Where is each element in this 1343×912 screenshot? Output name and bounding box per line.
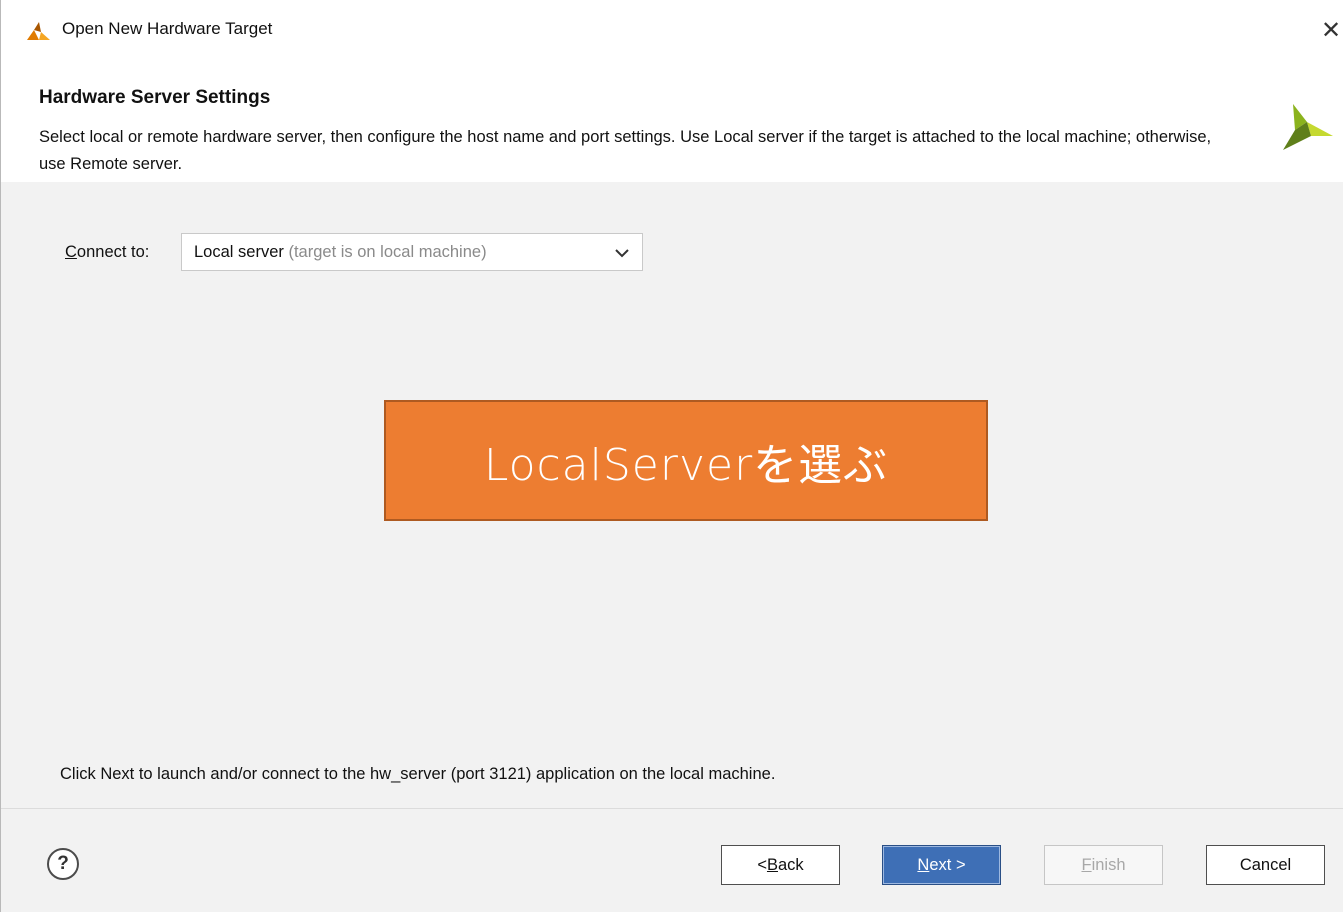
page-description: Select local or remote hardware server, …: [39, 128, 1212, 173]
page-title: Hardware Server Settings: [39, 87, 271, 108]
back-button-mnemonic: B: [766, 855, 778, 874]
info-text: Click Next to launch and/or connect to t…: [60, 765, 776, 783]
next-button-mnemonic: N: [917, 855, 930, 874]
window-title: Open New Hardware Target: [62, 19, 273, 38]
finish-button-mnemonic: F: [1081, 855, 1092, 874]
annotation-callout: LocalServerを選ぶ: [384, 400, 988, 521]
wizard-header: Hardware Server Settings Select local or…: [1, 60, 1343, 182]
connect-to-label-mnemonic: C: [65, 243, 77, 261]
footer-divider: [1, 808, 1343, 809]
dropdown-selected-value: Local server: [194, 243, 284, 261]
xilinx-logo-icon: [1283, 104, 1333, 150]
close-icon[interactable]: ✕: [1319, 14, 1343, 46]
connect-to-label-text: onnect to:: [76, 243, 150, 261]
back-button-text: ack: [777, 855, 804, 874]
connect-to-dropdown[interactable]: Local server (target is on local machine…: [181, 233, 643, 271]
connect-to-label: Connect to:: [65, 243, 149, 262]
back-button[interactable]: < Back: [721, 845, 840, 885]
cancel-button[interactable]: Cancel: [1206, 845, 1325, 885]
wizard-content: Connect to: Local server (target is on l…: [1, 182, 1343, 802]
dropdown-value: Local server (target is on local machine…: [194, 243, 487, 262]
title-bar: Open New Hardware Target ✕: [1, 0, 1343, 60]
next-button-text: ext >: [929, 855, 966, 874]
help-icon[interactable]: ?: [47, 848, 79, 880]
app-logo-icon: [27, 22, 50, 40]
finish-button-text: inish: [1091, 855, 1126, 874]
chevron-down-icon: [615, 249, 629, 258]
back-button-prefix: <: [757, 855, 767, 874]
next-button[interactable]: Next >: [882, 845, 1001, 885]
dropdown-hint: (target is on local machine): [288, 243, 487, 261]
finish-button[interactable]: Finish: [1044, 845, 1163, 885]
dialog-window: Open New Hardware Target ✕ Hardware Serv…: [0, 0, 1343, 912]
